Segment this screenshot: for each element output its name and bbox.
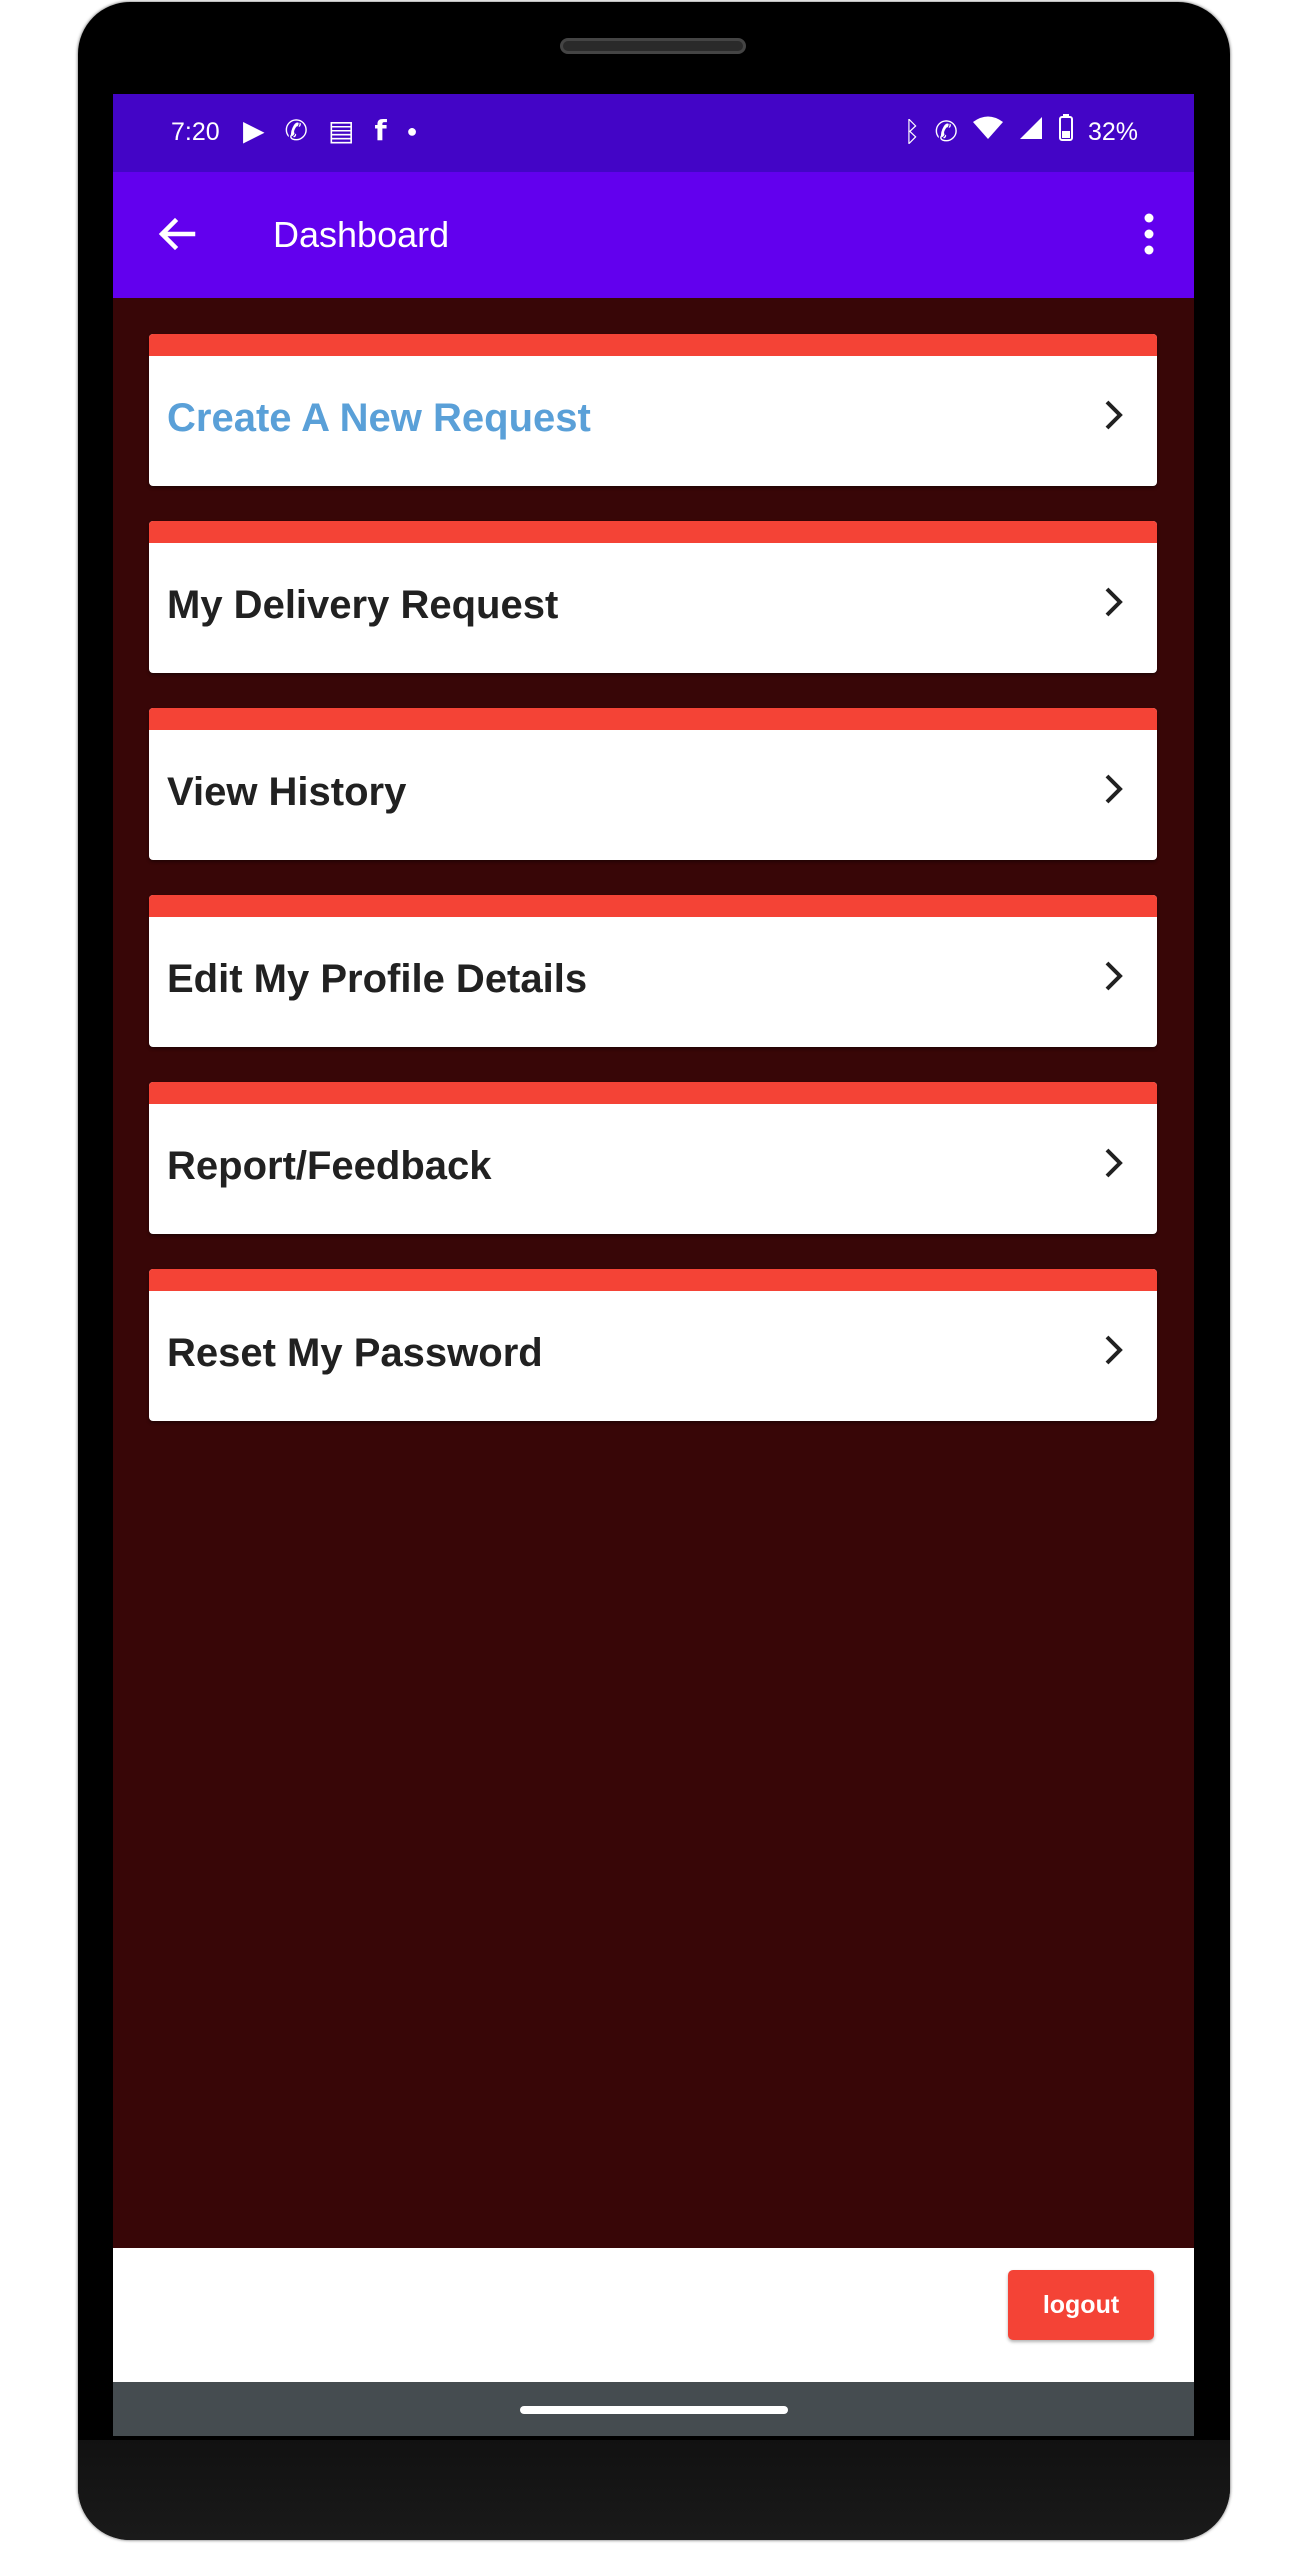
play-icon: ▶ [243,115,265,146]
card-stripe [149,334,1157,356]
signal-icon [1018,115,1044,149]
menu-item-label: Edit My Profile Details [167,957,588,1001]
message-icon: ▤ [328,115,355,146]
card-stripe [149,708,1157,730]
menu-item-view-history[interactable]: View History [149,708,1157,860]
chevron-right-icon [1105,400,1123,430]
chevron-right-icon [1105,587,1123,617]
card-stripe [149,1082,1157,1104]
logout-button[interactable]: logout [1008,2270,1154,2340]
whatsapp-icon: ✆ [284,115,309,146]
battery-icon [1058,114,1074,150]
bluetooth-icon: ᛒ [903,116,921,147]
chevron-right-icon [1105,1335,1123,1365]
menu-item-report-feedback[interactable]: Report/Feedback [149,1082,1157,1234]
screen: 7:20 ▶ ✆ ▤ f ● ᛒ ✆ 32% Dashboard Create … [113,94,1194,2436]
status-time: 7:20 [171,118,220,146]
earpiece-speaker [560,38,746,54]
page-title: Dashboard [273,214,450,255]
menu-item-label: My Delivery Request [167,583,559,627]
menu-item-label: Reset My Password [167,1331,543,1375]
status-bar: 7:20 ▶ ✆ ▤ f ● ᛒ ✆ 32% [113,94,1194,172]
dashboard-menu: Create A New Request My Delivery Request… [149,334,1157,1456]
phone-chin [78,2440,1230,2540]
menu-item-label: Create A New Request [167,396,591,440]
chevron-right-icon [1105,1148,1123,1178]
more-vert-icon[interactable] [1134,212,1164,256]
menu-item-create-request[interactable]: Create A New Request [149,334,1157,486]
menu-item-delivery-request[interactable]: My Delivery Request [149,521,1157,673]
app-bar: Dashboard [113,172,1194,298]
chevron-right-icon [1105,961,1123,991]
bottom-panel: logout [113,2248,1194,2382]
notification-icons: ▶ ✆ ▤ f ● [243,114,418,148]
chevron-right-icon [1105,774,1123,804]
system-nav-bar [113,2382,1194,2436]
card-stripe [149,895,1157,917]
menu-item-label: View History [167,770,407,814]
card-stripe [149,521,1157,543]
menu-item-edit-profile[interactable]: Edit My Profile Details [149,895,1157,1047]
arrow-back-icon[interactable] [153,210,201,258]
dot-icon: ● [406,121,418,141]
home-gesture-handle[interactable] [520,2406,788,2414]
card-stripe [149,1269,1157,1291]
menu-item-label: Report/Feedback [167,1144,492,1188]
facebook-icon: f [374,114,387,147]
system-icons: ᛒ ✆ 32% [904,114,1138,150]
wifi-call-icon: ✆ [934,116,958,147]
menu-item-reset-password[interactable]: Reset My Password [149,1269,1157,1421]
battery-percent: 32% [1087,118,1138,146]
wifi-icon [972,115,1004,149]
